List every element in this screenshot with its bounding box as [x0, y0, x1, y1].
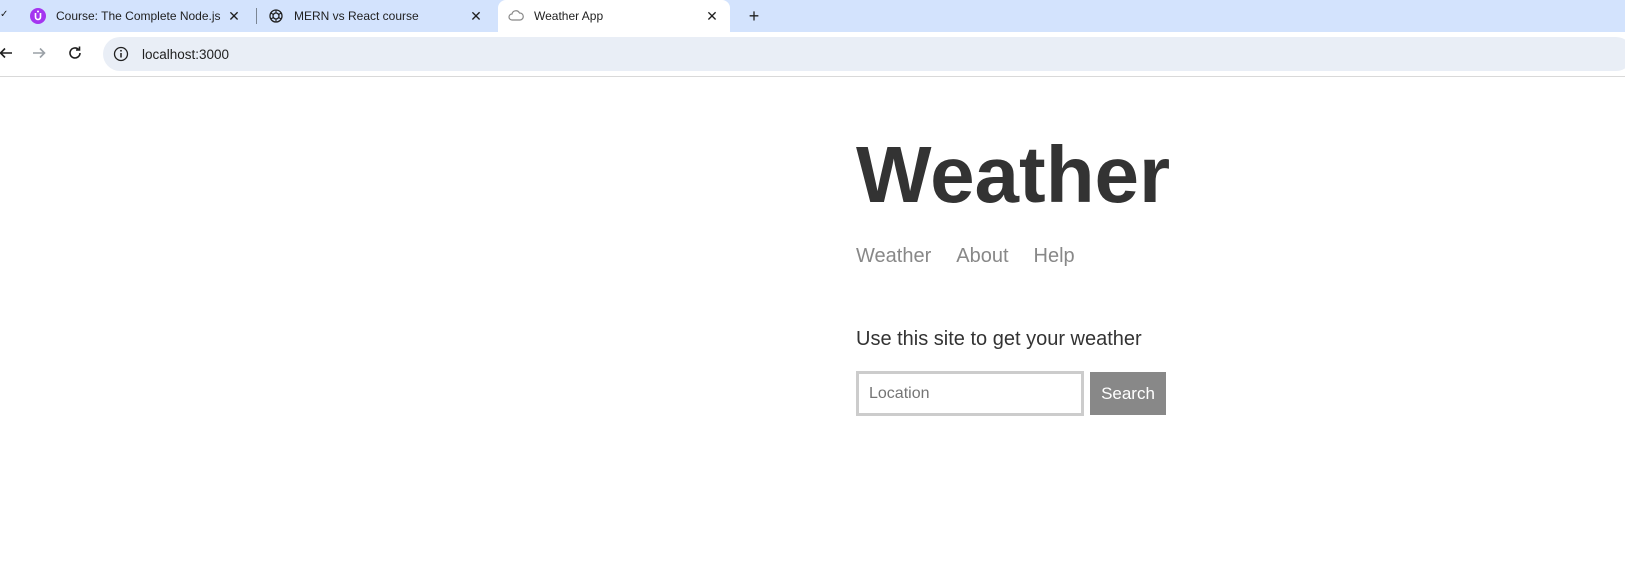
tab-title: Course: The Complete Node.js D: [56, 9, 221, 23]
tab-title: MERN vs React course: [294, 9, 419, 23]
page-content: Weather Weather About Help Use this site…: [0, 78, 1625, 580]
tab-separator: [256, 8, 257, 24]
close-tab-icon[interactable]: ✕: [704, 8, 720, 24]
nav-link-weather[interactable]: Weather: [856, 245, 931, 268]
nav-link-help[interactable]: Help: [1034, 245, 1075, 268]
address-bar[interactable]: localhost:3000: [103, 37, 1625, 71]
forward-button[interactable]: [27, 41, 51, 65]
page-title: Weather: [856, 130, 1171, 219]
udemy-icon: [30, 8, 46, 24]
tab-udemy-course[interactable]: Course: The Complete Node.js D ✕: [20, 0, 252, 32]
location-input[interactable]: [856, 371, 1084, 416]
close-tab-icon[interactable]: ✕: [226, 8, 242, 24]
new-tab-button[interactable]: +: [740, 2, 768, 30]
url-text[interactable]: localhost:3000: [142, 47, 229, 62]
back-button[interactable]: [0, 41, 18, 65]
nav-link-about[interactable]: About: [956, 245, 1008, 268]
cloud-icon: [508, 8, 524, 24]
close-tab-icon[interactable]: ✕: [468, 8, 484, 24]
site-nav: Weather About Help: [856, 245, 1075, 268]
reload-button[interactable]: [63, 41, 87, 65]
tab-mern-course[interactable]: MERN vs React course ✕: [258, 0, 494, 32]
page-subtitle: Use this site to get your weather: [856, 328, 1142, 350]
forward-arrow-icon: [33, 47, 46, 59]
back-arrow-icon: [0, 47, 12, 59]
search-button[interactable]: Search: [1090, 372, 1166, 415]
tab-search-chevron-icon[interactable]: ✓: [0, 9, 8, 20]
weather-form: Search: [856, 371, 1166, 416]
site-info-icon[interactable]: [113, 46, 129, 62]
tab-weather-app[interactable]: Weather App ✕: [498, 0, 730, 32]
browser-toolbar: localhost:3000: [0, 32, 1625, 77]
tab-title: Weather App: [534, 9, 604, 23]
reload-icon: [69, 46, 81, 59]
chatgpt-icon: [268, 8, 284, 24]
tab-strip: ✓ Course: The Complete Node.js D ✕ MERN …: [0, 0, 1625, 32]
